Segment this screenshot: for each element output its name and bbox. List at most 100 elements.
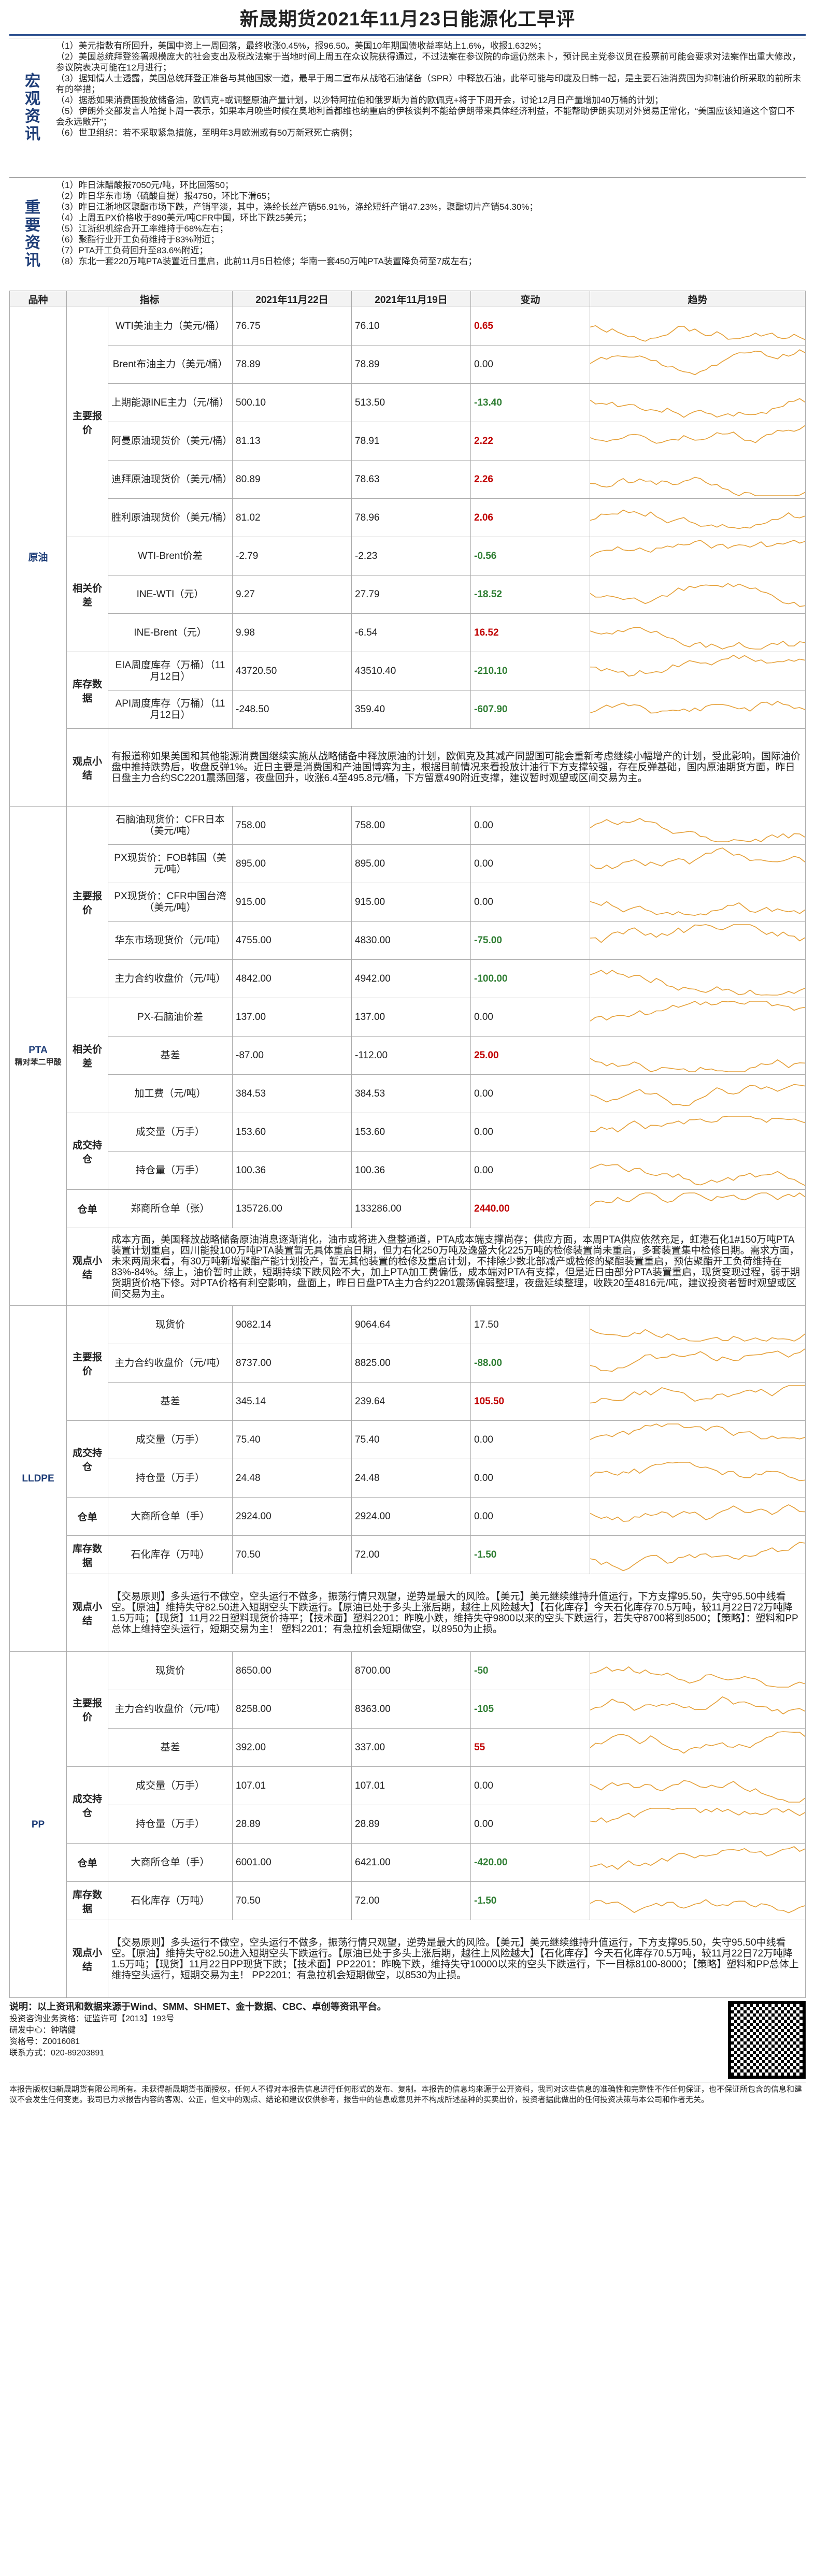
value-previous: 133286.00: [351, 1189, 471, 1228]
view-summary: 成本方面，美国释放战略储备原油消息逐渐消化，油市或将进入盘整通道，PTA成本端支…: [108, 1228, 806, 1306]
group-label: 主要报价: [66, 806, 108, 998]
variety-label: LLDPE: [9, 1305, 67, 1652]
table-row: PX现货价：CFR中国台湾（美元/吨） 915.00 915.00 0.00: [10, 883, 806, 922]
indicator-name: 石化库存（万吨）: [107, 1535, 233, 1574]
value-previous: 78.91: [351, 422, 471, 460]
trend-sparkline: [590, 539, 805, 557]
header-change: 变动: [470, 291, 591, 307]
header-variety: 品种: [9, 291, 67, 307]
trend-sparkline: [590, 1504, 805, 1522]
trend-sparkline: [590, 626, 805, 650]
trend-cell: [590, 1690, 806, 1729]
trend-cell: [590, 1497, 806, 1536]
phone-info: 联系方式：020-89203891: [9, 2049, 105, 2057]
table-row: 相关价差 WTI-Brent价差 -2.79 -2.23 -0.56: [10, 537, 806, 652]
variety-label: 原油: [9, 307, 67, 807]
group-label: 主要报价: [66, 1651, 108, 1767]
value-previous: 72.00: [351, 1535, 471, 1574]
trend-cell: [590, 1459, 806, 1498]
industry-item: （4）上周五PX价格收于890美元/吨CFR中国，环比下跌25美元；: [56, 213, 312, 223]
value-current: 81.13: [232, 422, 352, 460]
indicator-name: INE-WTI（元）: [107, 575, 233, 614]
indicator-name: 持仓量（万手）: [107, 1805, 233, 1844]
macro-item: （3）据知情人士透露，美国总统拜登正准备与其他国家一道，最早于周二宣布从战略石油…: [56, 74, 802, 94]
value-current: -87.00: [232, 1036, 352, 1075]
value-current: 758.00: [232, 806, 352, 845]
variety-label: PTA 精对苯二甲酸: [9, 806, 67, 1306]
value-change: 2440.00: [470, 1189, 591, 1228]
value-previous: 359.40: [351, 690, 471, 729]
value-current: 153.60: [232, 1113, 352, 1152]
indicator-name: WTI-Brent价差: [107, 537, 233, 575]
indicator-name: 主力合约收盘价（元/吨）: [107, 1690, 233, 1729]
table-row: 阿曼原油现货价（美元/桶） 81.13 78.91 2.22: [10, 422, 806, 460]
table-row: 仓单 郑商所仓单（张） 135726.00 133286.00 2440.00: [10, 1189, 806, 1228]
value-current: 8258.00: [232, 1690, 352, 1729]
trend-cell: [590, 1036, 806, 1075]
table-header: 品种 指标 2021年11月22日 2021年11月19日 变动 趋势: [9, 291, 806, 307]
value-current: 6001.00: [232, 1843, 352, 1882]
trend-sparkline: [590, 1058, 805, 1072]
value-change: 0.00: [470, 844, 591, 883]
indicator-name: 迪拜原油现货价（美元/桶）: [107, 460, 233, 499]
trend-cell: [590, 537, 806, 575]
report-page: 新晟期货2021年11月23日能源化工早评 宏观资讯 （1）美元指数有所回升，美…: [0, 0, 815, 2105]
trend-sparkline: [590, 900, 805, 916]
indicator-name: 石化库存（万吨）: [107, 1881, 233, 1920]
macro-item: （6）世卫组织：若不采取紧急措施，至明年3月欧洲或有50万新冠死亡病例；: [56, 128, 358, 138]
value-previous: 2924.00: [351, 1497, 471, 1536]
view-label: 观点小结: [66, 728, 108, 807]
table-row: 仓单 大商所仓单（手） 2924.00 2924.00 0.00: [10, 1497, 806, 1536]
value-current: 500.10: [232, 383, 352, 422]
value-previous: -112.00: [351, 1036, 471, 1075]
trend-cell: [590, 1881, 806, 1920]
group-label: 主要报价: [66, 1305, 108, 1421]
trend-cell: [590, 1535, 806, 1574]
value-previous: 758.00: [351, 806, 471, 845]
group-label: 库存数据: [66, 1535, 108, 1574]
table-row: 库存数据 EIA周度库存（万桶）（11月12日） 43720.50 43510.40-…: [10, 652, 806, 729]
value-change: -100.00: [470, 959, 591, 998]
value-current: 75.40: [232, 1420, 352, 1459]
trend-sparkline: [590, 817, 805, 842]
table-row: 主力合约收盘价（元/吨） 8258.00 8363.00 -105: [10, 1690, 806, 1729]
trend-sparkline: [590, 1163, 805, 1186]
value-current: 4755.00: [232, 921, 352, 960]
group-label: 仓单: [66, 1843, 108, 1882]
indicator-name: 胜利原油现货价（美元/桶）: [107, 498, 233, 537]
trend-cell: [590, 1651, 806, 1690]
header-indicator: 指标: [66, 291, 233, 307]
group-label: 相关价差: [66, 537, 108, 652]
indicator-name: 主力合约收盘价（元/吨）: [107, 959, 233, 998]
value-previous: 8363.00: [351, 1690, 471, 1729]
value-current: 43720.50: [232, 652, 352, 690]
trend-sparkline: [590, 1807, 805, 1823]
value-change: 0.00: [470, 883, 591, 922]
trend-sparkline: [590, 1696, 805, 1715]
trend-cell: [590, 613, 806, 652]
footer: 说明：以上资讯和数据来源于Wind、SMM、SHMET、金十数据、CBC、卓创等…: [9, 1998, 806, 2082]
value-current: 9.27: [232, 575, 352, 614]
table-row: 基差 -87.00 -112.00 25.00: [10, 1036, 806, 1075]
industry-item: （3）昨日江浙地区聚酯市场下跌，产销平淡，其中，涤纶长丝产销56.91%，涤纶短…: [56, 202, 538, 212]
macro-item: （1）美元指数有所回升，美国中资上一周回落，最终收涨0.45%，报96.50。美…: [56, 41, 547, 51]
table-row: 持仓量（万手） 24.48 24.48 0.00: [10, 1459, 806, 1498]
trend-sparkline: [590, 847, 805, 869]
table-row: 上期能源INE主力（元/桶） 500.10 513.50 -13.40: [10, 383, 806, 422]
value-current: 8650.00: [232, 1651, 352, 1690]
value-previous: 72.00: [351, 1881, 471, 1920]
value-previous: 8700.00: [351, 1651, 471, 1690]
header-trend: 趋势: [590, 291, 806, 307]
trend-cell: [590, 998, 806, 1037]
value-change: 0.00: [470, 1074, 591, 1113]
trend-cell: [590, 1728, 806, 1767]
indicator-name: 阿曼原油现货价（美元/桶）: [107, 422, 233, 460]
trend-cell: [590, 345, 806, 384]
table-row: Brent布油主力（美元/桶） 78.89 78.89 0.00: [10, 345, 806, 384]
value-change: 0.00: [470, 1459, 591, 1498]
group-label: 成交持仓: [66, 1766, 108, 1844]
indicator-name: 加工费（元/吨）: [107, 1074, 233, 1113]
value-current: 76.75: [232, 307, 352, 346]
value-previous: 4942.00: [351, 959, 471, 998]
trend-cell: [590, 383, 806, 422]
